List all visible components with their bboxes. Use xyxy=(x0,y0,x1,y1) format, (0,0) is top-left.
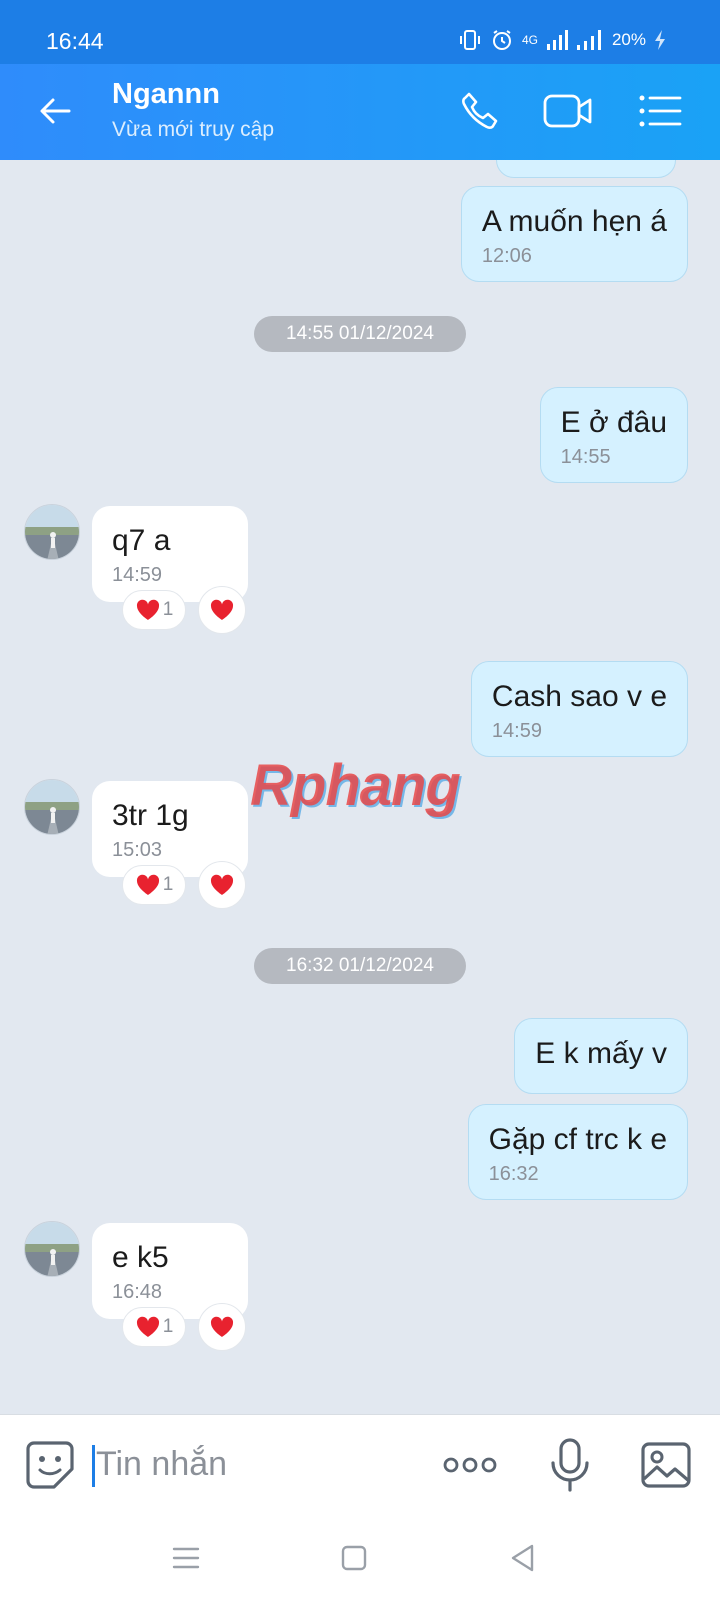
contact-name[interactable]: Ngannn xyxy=(112,78,220,111)
network-type: 4G xyxy=(521,33,538,47)
heart-icon xyxy=(136,599,159,620)
message-time: 14:59 xyxy=(491,720,542,742)
menu-lines-icon xyxy=(172,1547,200,1569)
message-composer: Tin nhắn xyxy=(0,1414,720,1514)
video-call-button[interactable] xyxy=(540,86,596,136)
message-time: 14:59 xyxy=(112,564,163,586)
contact-avatar[interactable] xyxy=(24,504,80,560)
status-icons: 4G 20% xyxy=(458,28,666,52)
reaction-summary[interactable]: 1 xyxy=(122,865,186,905)
more-options-button[interactable] xyxy=(440,1445,500,1485)
message-text: Cash sao v e xyxy=(491,680,667,713)
chat-header: Ngannn Vừa mới truy cập xyxy=(0,64,720,160)
message-time: 16:48 xyxy=(112,1281,163,1303)
reaction-count: 1 xyxy=(162,874,174,895)
watermark: Rphang xyxy=(250,753,461,818)
message-input[interactable]: Tin nhắn xyxy=(96,1445,227,1484)
reaction-summary[interactable]: 1 xyxy=(122,590,186,630)
date-separator: 14:55 01/12/2024 xyxy=(254,316,466,352)
text-cursor xyxy=(92,1445,95,1487)
list-menu-icon xyxy=(639,95,682,127)
reaction-summary[interactable]: 1 xyxy=(122,1307,186,1347)
react-button[interactable] xyxy=(198,861,246,909)
avatar-photo xyxy=(25,1222,79,1276)
message-text: Gặp cf trc k e xyxy=(488,1123,667,1156)
heart-icon xyxy=(210,599,234,620)
signal-icon xyxy=(546,29,568,51)
message-bubble-outgoing[interactable]: Cash sao v e 14:59 xyxy=(470,661,688,757)
avatar-photo xyxy=(25,780,79,834)
heart-icon xyxy=(136,1316,159,1337)
contact-avatar[interactable] xyxy=(24,779,80,835)
heart-icon xyxy=(210,874,234,895)
message-bubble-outgoing[interactable]: E ở đâu 14:55 xyxy=(539,387,688,483)
status-time: 16:44 xyxy=(46,28,104,54)
system-nav-bar xyxy=(0,1514,720,1600)
react-button[interactable] xyxy=(198,586,246,634)
contact-status: Vừa mới truy cập xyxy=(112,118,275,141)
signal-icon-2 xyxy=(576,29,604,51)
reaction-count: 1 xyxy=(162,599,174,620)
message-bubble-partial[interactable] xyxy=(496,160,676,178)
alarm-icon xyxy=(490,28,514,52)
message-text: q7 a xyxy=(112,524,171,557)
message-text: 3tr 1g xyxy=(112,799,189,832)
recent-apps-button[interactable] xyxy=(166,1538,206,1578)
battery-level: 20% xyxy=(611,30,646,49)
chat-options-button[interactable] xyxy=(632,86,688,136)
message-text: A muốn hẹn á xyxy=(481,205,667,238)
message-text: E ở đâu xyxy=(560,406,667,439)
triangle-back-icon xyxy=(511,1544,534,1572)
charging-icon xyxy=(654,29,666,51)
microphone-icon xyxy=(551,1438,589,1492)
message-time: 16:32 xyxy=(488,1163,539,1185)
home-button[interactable] xyxy=(334,1538,374,1578)
image-picker-button[interactable] xyxy=(640,1439,692,1491)
video-camera-icon xyxy=(543,94,592,128)
message-bubble-outgoing[interactable]: Gặp cf trc k e 16:32 xyxy=(467,1104,688,1200)
message-bubble-outgoing[interactable]: A muốn hẹn á 12:06 xyxy=(460,186,688,282)
sticker-button[interactable] xyxy=(24,1439,76,1491)
message-time: 14:55 xyxy=(560,446,611,468)
phone-icon xyxy=(462,92,498,129)
reaction-count: 1 xyxy=(162,1316,174,1337)
voice-call-button[interactable] xyxy=(452,86,508,136)
avatar-photo xyxy=(25,505,79,559)
heart-icon xyxy=(210,1316,234,1337)
vibrate-icon xyxy=(458,28,482,52)
back-nav-button[interactable] xyxy=(502,1538,542,1578)
message-time: 15:03 xyxy=(112,839,163,861)
status-bar: 16:44 4G 20% xyxy=(0,0,720,64)
arrow-left-icon xyxy=(40,98,71,124)
back-button[interactable] xyxy=(30,86,80,136)
sticker-icon xyxy=(26,1441,74,1489)
message-bubble-outgoing[interactable]: E k mấy v xyxy=(514,1018,688,1094)
date-separator: 16:32 01/12/2024 xyxy=(254,948,466,984)
react-button[interactable] xyxy=(198,1303,246,1351)
message-text: E k mấy v xyxy=(535,1037,667,1070)
square-icon xyxy=(341,1545,367,1571)
message-text: e k5 xyxy=(112,1241,169,1274)
contact-avatar[interactable] xyxy=(24,1221,80,1277)
message-time: 12:06 xyxy=(481,245,532,267)
voice-record-button[interactable] xyxy=(548,1437,592,1493)
image-icon xyxy=(641,1442,691,1488)
more-dots-icon xyxy=(443,1457,497,1473)
heart-icon xyxy=(136,874,159,895)
